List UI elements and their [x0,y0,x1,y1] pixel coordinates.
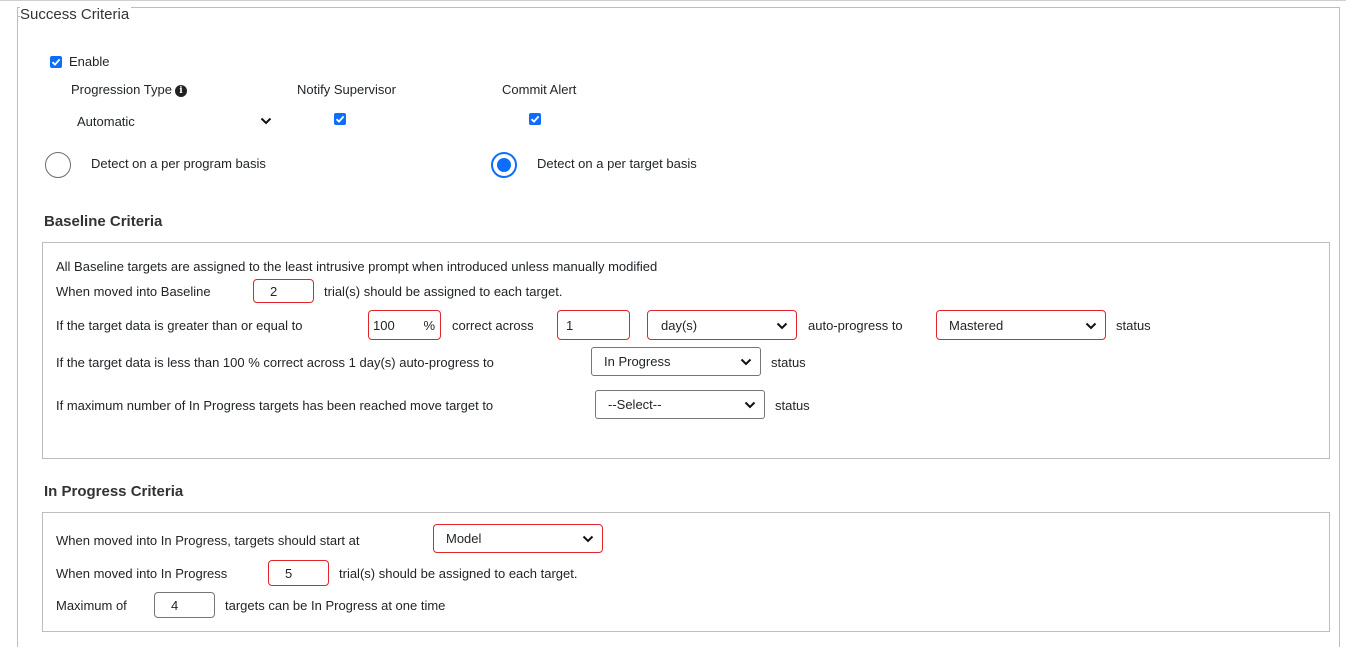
commit-alert-label: Commit Alert [502,82,577,97]
success-criteria-legend: Success Criteria [20,6,132,24]
baseline-gte-status-select[interactable]: Mastered [936,310,1106,340]
enable-checkbox[interactable] [50,56,62,68]
baseline-period-select[interactable]: day(s) [647,310,797,340]
baseline-days-value: 1 [566,317,574,333]
in-progress-trials-input[interactable]: 5 [268,560,329,586]
baseline-criteria-heading: Baseline Criteria [44,213,163,230]
checkmark-icon [530,115,540,123]
commit-alert-checkbox[interactable] [529,113,541,125]
progression-type-value: Automatic [77,113,135,129]
baseline-lt-status-value: In Progress [604,354,671,369]
radio-per-program-label: Detect on a per program basis [91,156,266,171]
in-progress-moved-suffix: trial(s) should be assigned to each targ… [339,566,578,581]
in-progress-start-prefix: When moved into In Progress, targets sho… [56,533,360,548]
in-progress-moved-prefix: When moved into In Progress [56,566,228,581]
baseline-trials-input[interactable]: 2 [253,279,314,303]
baseline-gte-status-value: Mastered [949,317,1004,333]
enable-label: Enable [69,54,110,69]
radio-per-program[interactable] [45,152,71,178]
status-label: status [1116,318,1151,333]
info-icon[interactable]: i [174,85,187,97]
radio-per-target[interactable] [491,152,517,178]
chevron-down-icon [740,358,752,366]
status-label: status [771,355,806,370]
in-progress-max-input[interactable]: 4 [154,592,215,618]
percent-sign: % [423,317,435,333]
chevron-down-icon [260,117,272,125]
top-divider [0,0,1346,1]
radio-per-target-label: Detect on a per target basis [537,156,697,171]
baseline-lt-status-select[interactable]: In Progress [591,347,761,376]
checkmark-icon [51,58,61,66]
in-progress-max-prefix: Maximum of [56,598,127,613]
in-progress-start-value: Model [446,531,482,546]
baseline-max-sentence: If maximum number of In Progress targets… [56,398,494,413]
in-progress-trials-value: 5 [285,565,293,581]
notify-supervisor-label: Notify Supervisor [297,82,396,97]
in-progress-criteria-box [42,512,1330,632]
notify-supervisor-checkbox[interactable] [334,113,346,125]
baseline-days-input[interactable]: 1 [557,310,630,340]
chevron-down-icon [1085,322,1097,330]
in-progress-start-select[interactable]: Model [433,524,603,553]
baseline-trials-value: 2 [270,283,278,299]
baseline-max-status-select[interactable]: --Select-- [595,390,765,419]
chevron-down-icon [776,322,788,330]
correct-across-label: correct across [452,318,534,333]
baseline-percent-input[interactable]: 100 % [368,310,441,340]
progression-type-select[interactable]: Automatic [70,110,280,132]
in-progress-max-value: 4 [171,597,179,613]
checkmark-icon [335,115,345,123]
status-label: status [775,398,810,413]
chevron-down-icon [582,535,594,543]
baseline-moved-suffix: trial(s) should be assigned to each targ… [324,284,563,299]
chevron-down-icon [744,401,756,409]
baseline-gte-prefix: If the target data is greater than or eq… [56,318,303,333]
baseline-moved-prefix: When moved into Baseline [56,284,211,299]
auto-progress-to-label: auto-progress to [808,318,903,333]
in-progress-criteria-heading: In Progress Criteria [44,483,184,500]
baseline-period-value: day(s) [661,317,698,333]
progression-type-text: Progression Type [71,82,172,97]
baseline-intro-text: All Baseline targets are assigned to the… [56,259,658,274]
baseline-percent-value: 100 [373,317,395,333]
baseline-lt-sentence: If the target data is less than 100 % co… [56,355,494,370]
in-progress-max-suffix: targets can be In Progress at one time [225,598,446,613]
baseline-max-status-value: --Select-- [608,397,662,412]
progression-type-label: Progression Type i [71,82,187,98]
